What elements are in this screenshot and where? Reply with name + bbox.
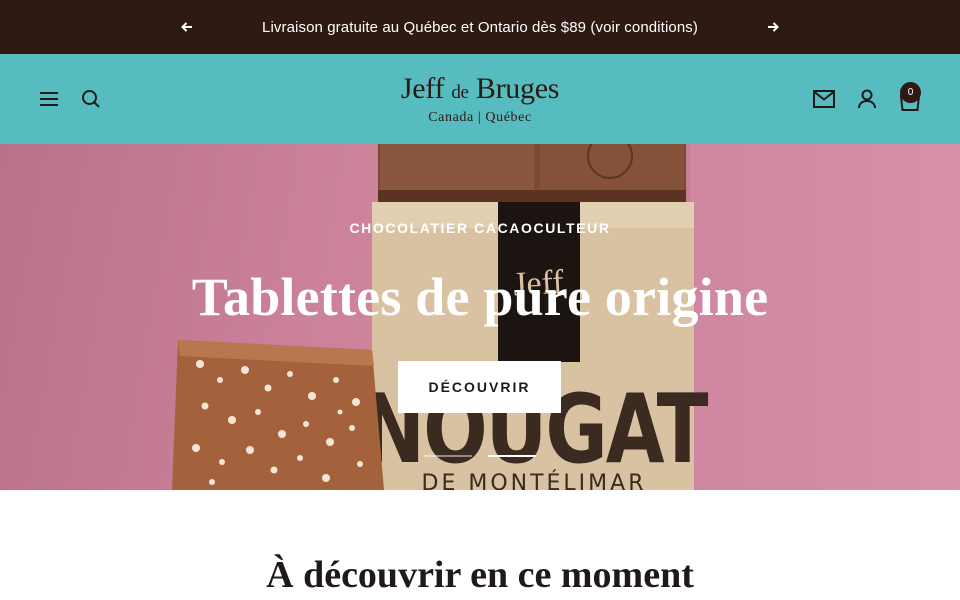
announcement-bar: Livraison gratuite au Québec et Ontario … xyxy=(0,0,960,54)
cart-count-badge: 0 xyxy=(900,82,921,103)
hamburger-menu-icon xyxy=(40,92,58,106)
search-icon xyxy=(82,90,100,108)
newsletter-button[interactable] xyxy=(812,88,836,110)
arrow-left-icon xyxy=(181,22,192,32)
menu-button[interactable] xyxy=(38,88,60,110)
discover-button[interactable]: DÉCOUVRIR xyxy=(398,361,561,413)
hero-content: CHOCOLATIER CACAOCULTEUR Tablettes de pu… xyxy=(0,144,960,490)
mail-icon xyxy=(813,90,835,108)
slideshow-pagination xyxy=(424,455,536,459)
arrow-right-icon xyxy=(768,22,779,32)
slide-dot-2[interactable] xyxy=(488,455,536,457)
slide-dot-1[interactable] xyxy=(424,455,472,457)
site-logo[interactable]: Jeff de Bruges Canada | Québec xyxy=(390,74,570,126)
hero-title: Tablettes de pure origine xyxy=(191,267,769,327)
announcement-prev-button[interactable] xyxy=(177,17,197,37)
logo-brand-part: Jeff xyxy=(400,72,452,105)
announcement-text[interactable]: Livraison gratuite au Québec et Ontario … xyxy=(262,19,698,36)
announcement-next-button[interactable] xyxy=(763,17,783,37)
hero-eyebrow: CHOCOLATIER CACAOCULTEUR xyxy=(349,220,611,236)
logo-brand-de: de xyxy=(451,82,469,103)
section-title: À découvrir en ce moment xyxy=(266,554,694,596)
hero-banner: Jeff NOUGAT DE MONTÉLIMAR CHOCOLATIER CA… xyxy=(0,144,960,490)
logo-subtitle: Canada | Québec xyxy=(428,110,532,125)
account-button[interactable] xyxy=(856,88,878,110)
search-button[interactable] xyxy=(80,88,102,110)
logo-brand-part: Bruges xyxy=(468,72,560,105)
account-icon xyxy=(858,89,876,109)
